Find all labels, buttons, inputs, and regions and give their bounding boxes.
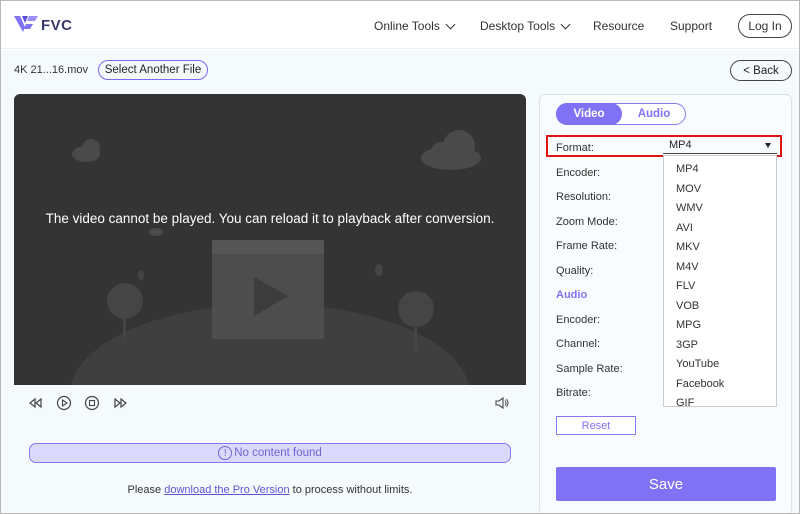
zoom-mode-label: Zoom Mode: xyxy=(556,216,618,228)
stop-icon[interactable] xyxy=(84,395,100,411)
promo-text: Please download the Pro Version to proce… xyxy=(1,484,539,496)
app-window: FVC Online Tools Desktop Tools Resource … xyxy=(0,0,800,514)
main-area: 4K 21...16.mov Select Another File < Bac… xyxy=(1,50,799,513)
dropdown-option[interactable]: Facebook xyxy=(676,378,724,390)
reset-button[interactable]: Reset xyxy=(556,416,636,435)
player-placeholder-illustration xyxy=(71,130,481,385)
nav-support[interactable]: Support xyxy=(670,19,712,33)
format-select[interactable]: MP4 xyxy=(663,139,777,154)
download-pro-link[interactable]: download the Pro Version xyxy=(164,484,289,496)
audio-encoder-label: Encoder: xyxy=(556,314,601,326)
status-bar: ! No content found xyxy=(29,443,511,463)
fvc-logo-icon xyxy=(14,16,38,32)
file-name: 4K 21...16.mov xyxy=(14,64,88,76)
dropdown-option[interactable]: GIF xyxy=(676,397,694,409)
nav-label: Desktop Tools xyxy=(480,19,556,33)
nav-resource[interactable]: Resource xyxy=(593,19,644,33)
format-label: Format: xyxy=(556,142,594,154)
format-value: MP4 xyxy=(669,139,692,151)
logo[interactable]: FVC xyxy=(13,13,73,37)
quality-label: Quality: xyxy=(556,265,594,277)
login-button[interactable]: Log In xyxy=(738,14,792,38)
logo-text: FVC xyxy=(41,16,73,34)
sample-rate-label: Sample Rate: xyxy=(556,363,623,375)
nav-label: Resource xyxy=(593,19,645,33)
promo-before: Please xyxy=(127,484,165,496)
dropdown-option[interactable]: AVI xyxy=(676,222,693,234)
chevron-down-icon xyxy=(560,19,571,29)
resolution-label: Resolution: xyxy=(556,191,612,203)
status-message: No content found xyxy=(234,447,322,459)
dropdown-option[interactable]: MKV xyxy=(676,241,700,253)
dropdown-option[interactable]: MP4 xyxy=(676,163,699,175)
forward-icon[interactable] xyxy=(112,395,128,411)
nav-label: Online Tools xyxy=(374,19,440,33)
dropdown-option[interactable]: MOV xyxy=(676,183,701,195)
back-button[interactable]: < Back xyxy=(730,60,792,81)
frame-rate-label: Frame Rate: xyxy=(556,240,618,252)
dropdown-option[interactable]: 3GP xyxy=(676,339,698,351)
settings-tabs: Video Audio xyxy=(556,103,686,125)
video-encoder-label: Encoder: xyxy=(556,167,601,179)
player-controls xyxy=(14,385,526,425)
chevron-down-icon xyxy=(445,19,456,29)
nav-desktop-tools[interactable]: Desktop Tools xyxy=(480,19,571,33)
caret-down-icon xyxy=(765,143,771,148)
dropdown-option[interactable]: MPG xyxy=(676,319,701,331)
player-message: The video cannot be played. You can relo… xyxy=(45,211,495,226)
video-player[interactable]: The video cannot be played. You can relo… xyxy=(14,94,526,385)
nav-online-tools[interactable]: Online Tools xyxy=(374,19,456,33)
volume-icon[interactable] xyxy=(494,395,510,411)
nav-label: Support xyxy=(670,19,713,33)
settings-panel: Video Audio Format: MP4 Encoder: Resolut… xyxy=(539,94,792,513)
play-icon[interactable] xyxy=(56,395,72,411)
dropdown-option[interactable]: YouTube xyxy=(676,358,719,370)
tab-video[interactable]: Video xyxy=(556,103,622,125)
promo-after: to process without limits. xyxy=(289,484,413,496)
select-another-file-button[interactable]: Select Another File xyxy=(98,60,208,80)
dropdown-option[interactable]: VOB xyxy=(676,300,699,312)
tab-audio[interactable]: Audio xyxy=(621,103,687,125)
dropdown-option[interactable]: FLV xyxy=(676,280,695,292)
save-button[interactable]: Save xyxy=(556,467,776,501)
top-header: FVC Online Tools Desktop Tools Resource … xyxy=(1,1,799,49)
format-dropdown-list: MP4 MOV WMV AVI MKV M4V FLV VOB MPG 3GP … xyxy=(663,155,777,409)
audio-section-title: Audio xyxy=(556,289,588,301)
dropdown-option[interactable]: WMV xyxy=(676,202,703,214)
bitrate-label: Bitrate: xyxy=(556,387,591,399)
channel-label: Channel: xyxy=(556,338,601,350)
dropdown-option[interactable]: M4V xyxy=(676,261,699,273)
info-icon: ! xyxy=(218,446,233,460)
rewind-icon[interactable] xyxy=(28,395,44,411)
